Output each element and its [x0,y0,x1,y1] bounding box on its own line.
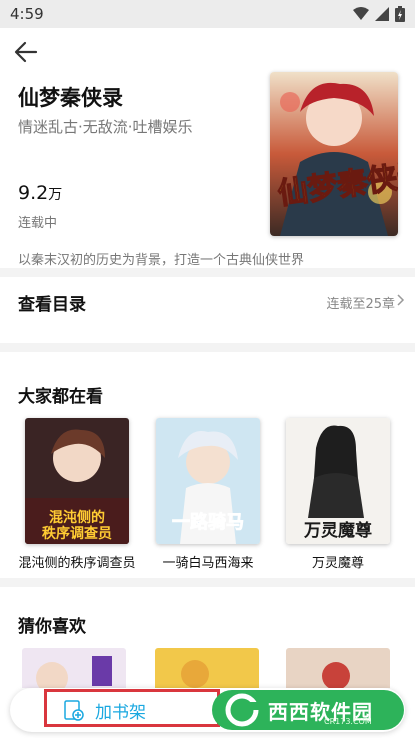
start-reading-button[interactable]: 西西软件园 CR173.COM [212,690,404,730]
guess-cover[interactable] [155,648,259,688]
recommend-cover-art: 一路骑马 [156,418,260,544]
recommend-name: 混沌侧的秩序调查员 [18,556,136,571]
recommend-item[interactable]: 混沌侧的 秩序调查员 混沌侧的秩序调查员 [17,418,137,571]
recommend-title: 大家都在看 [18,387,103,407]
recommend-name: 一骑白马西海来 [162,556,254,571]
recommend-item[interactable]: 万灵魔尊 万灵魔尊 [278,418,398,571]
book-cover-art: 仙梦秦侠录 [270,72,398,236]
svg-text:秩序调查员: 秩序调查员 [42,525,112,542]
watermark-sub: CR173.COM [324,717,372,726]
recommend-name: 万灵魔尊 [311,556,364,571]
guess-title: 猜你喜欢 [18,617,86,637]
status-icons [353,6,405,22]
guess-cover[interactable] [22,648,126,688]
catalog-title: 查看目录 [18,295,86,315]
add-to-shelf-button[interactable]: 加书架 [44,689,220,727]
recommend-cover-art: 混沌侧的 秩序调查员 [25,418,129,544]
svg-text:混沌侧的: 混沌侧的 [49,509,105,526]
book-title: 仙梦秦侠录 [18,86,123,110]
recommend-cover[interactable]: 一路骑马 [156,418,260,544]
section-divider [0,343,415,352]
rating-unit: 万 [48,187,63,203]
status-time: 4:59 [10,5,44,23]
book-cover: 仙梦秦侠录 [270,72,398,236]
catalog-row[interactable]: 查看目录 连载至25章 [0,276,415,324]
rating-value: 9.2 [18,182,49,204]
recommend-item[interactable]: 一路骑马 一骑白马西海来 [148,418,268,571]
wifi-icon [353,7,369,20]
book-tags: 情迷乱古·无敌流·吐槽娱乐 [18,118,193,136]
back-arrow-icon[interactable] [12,38,40,66]
book-rating: 9.2万 [18,182,62,204]
guess-cover[interactable] [286,648,390,688]
recommend-cover[interactable]: 万灵魔尊 [286,418,390,544]
add-book-icon [64,700,84,721]
signal-icon [375,7,389,21]
chevron-right-icon [397,294,405,306]
battery-icon [395,6,405,22]
add-to-shelf-label: 加书架 [95,703,146,723]
status-bar: 4:59 [0,0,415,28]
book-synopsis: 以秦末汉初的历史为背景，打造一个古典仙侠世界 [18,253,305,268]
section-divider [0,578,415,587]
recommend-cover[interactable]: 混沌侧的 秩序调查员 [25,418,129,544]
svg-text:一路骑马: 一路骑马 [172,511,244,533]
recommend-cover-art: 万灵魔尊 [286,418,390,544]
book-status: 连载中 [18,216,58,231]
catalog-progress: 连载至25章 [326,297,395,312]
svg-text:万灵魔尊: 万灵魔尊 [303,520,372,541]
